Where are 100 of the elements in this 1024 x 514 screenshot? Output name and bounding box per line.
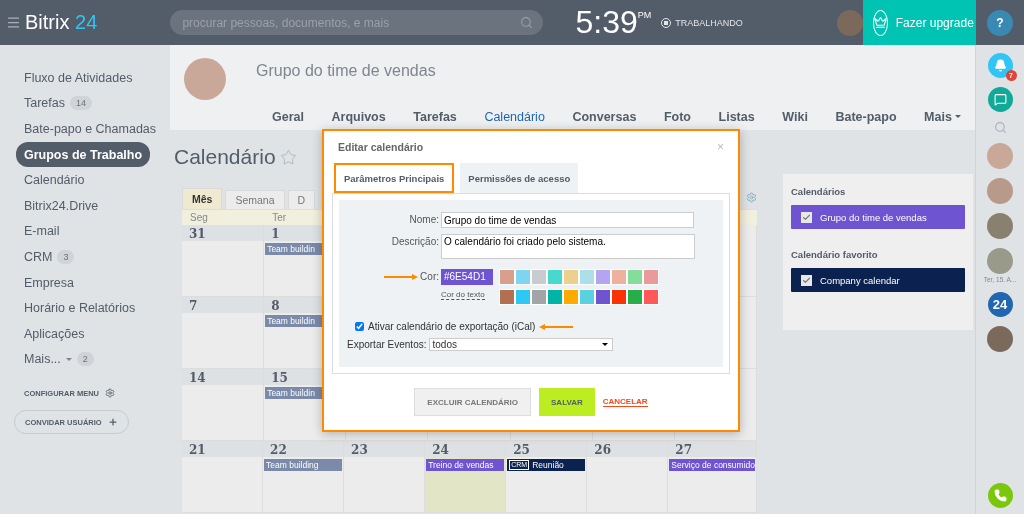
menu-icon[interactable] (6, 15, 21, 30)
user-avatar[interactable] (836, 9, 863, 36)
color-swatch[interactable] (531, 289, 547, 305)
calendar-name: Grupo do time de vendas (820, 211, 927, 223)
sidebar-item[interactable]: Aplicações (16, 320, 93, 347)
star-icon[interactable] (279, 148, 297, 166)
color-swatch[interactable] (579, 289, 595, 305)
sidebar-item[interactable]: Tarefas 14 (16, 90, 100, 117)
color-swatch[interactable] (563, 269, 579, 285)
phone-button[interactable] (987, 483, 1013, 508)
group-avatar[interactable] (987, 143, 1013, 169)
help-button[interactable]: ? (986, 9, 1013, 36)
settings-icon[interactable] (746, 192, 757, 203)
color-value-field[interactable]: #6E54D1 (441, 269, 493, 285)
logo[interactable]: Bitrix 24 (25, 11, 98, 34)
day-number: 22 (263, 441, 344, 457)
group-tab[interactable]: Bate-papo (835, 103, 897, 130)
contact-avatar[interactable] (987, 326, 1013, 352)
sidebar-item[interactable]: Grupos de Trabalho (16, 141, 151, 168)
color-swatch[interactable] (547, 289, 563, 305)
save-button[interactable]: SALVAR (539, 388, 595, 416)
color-swatch[interactable] (595, 269, 611, 285)
export-events-select[interactable]: todos (429, 338, 614, 351)
color-swatch[interactable] (643, 269, 659, 285)
contact-avatar[interactable] (987, 178, 1013, 204)
count-badge: 2 (76, 352, 94, 367)
sidebar-item[interactable]: Empresa (16, 269, 83, 296)
day-number: 23 (344, 441, 425, 457)
bell-icon (993, 59, 1007, 72)
day-number: 21 (182, 441, 263, 457)
color-swatch[interactable] (563, 289, 579, 305)
export-checkbox[interactable] (355, 322, 364, 331)
group-tab[interactable]: Arquivos (331, 103, 386, 130)
calendar-event[interactable]: Team building (264, 459, 343, 471)
day-number: 24 (425, 441, 506, 457)
description-field[interactable]: O calendário foi criado pelo sistema. (441, 234, 695, 259)
checkbox-label: Ativar calendário de exportação (iCal) (368, 321, 536, 332)
work-status[interactable]: TRABALHANDO (661, 17, 743, 28)
color-swatch[interactable] (515, 289, 531, 305)
color-swatch[interactable] (499, 269, 515, 285)
weekday-label: Seg (189, 211, 209, 225)
view-tab[interactable]: Semana (225, 190, 285, 209)
color-swatch[interactable] (595, 289, 611, 305)
color-swatch[interactable] (627, 269, 643, 285)
group-tab[interactable]: Wiki (782, 103, 808, 130)
sidebar-item[interactable]: Fluxo de Atividades (16, 65, 141, 91)
color-swatch[interactable] (515, 269, 531, 285)
color-swatch[interactable] (627, 289, 643, 305)
color-swatch[interactable] (579, 269, 595, 285)
sidebar-item[interactable]: Bate-papo e Chamadas (16, 116, 165, 142)
plus-icon (107, 417, 118, 428)
text-color-link[interactable]: Cor do texto (441, 290, 485, 300)
delete-calendar-button[interactable]: EXCLUIR CALENDÁRIO (414, 388, 532, 416)
section-title: Calendários (791, 186, 847, 197)
clock-meridiem: PM (637, 10, 652, 20)
color-swatch[interactable] (643, 289, 659, 305)
group-tab[interactable]: Tarefas (413, 103, 457, 130)
crown-icon (873, 16, 887, 29)
field-label: Exportar Eventos: (347, 339, 427, 350)
contact-avatar[interactable] (987, 213, 1013, 239)
calendar-item[interactable]: Company calendar (791, 268, 965, 292)
sidebar-item[interactable]: Bitrix24.Drive (16, 192, 107, 219)
cancel-link[interactable]: CANCELAR (602, 397, 648, 407)
color-swatch[interactable] (611, 289, 627, 305)
calendar-item[interactable]: Grupo do time de vendas (791, 205, 965, 229)
checkbox[interactable] (801, 211, 812, 223)
color-swatch[interactable] (531, 269, 547, 285)
calendar-event[interactable]: Treino de vendas (426, 459, 505, 471)
field-label: Cor: (420, 270, 439, 284)
calendar-event[interactable]: Serviço de consumido (669, 459, 755, 471)
group-tab[interactable]: Calendário (484, 103, 545, 130)
contact-avatar[interactable] (987, 248, 1013, 274)
color-swatch[interactable] (547, 269, 563, 285)
dialog-tab[interactable]: Parâmetros Principais (334, 163, 455, 193)
color-swatch[interactable] (611, 269, 627, 285)
group-tab[interactable]: Mais (924, 103, 961, 130)
chat-button[interactable] (987, 87, 1013, 112)
view-tab[interactable]: D (287, 190, 316, 209)
bitrix-logo-button[interactable]: 24 (987, 292, 1013, 317)
search-icon[interactable] (993, 121, 1007, 134)
checkbox[interactable] (801, 274, 812, 286)
phone-icon (993, 489, 1007, 502)
sidebar-item[interactable]: CRM 3 (16, 244, 83, 270)
sidebar-item[interactable]: Calendário (16, 167, 93, 193)
color-swatch[interactable] (499, 289, 515, 305)
name-field[interactable]: Grupo do time de vendas (441, 212, 694, 228)
dialog-tab[interactable]: Permissões de acesso (460, 163, 579, 193)
sidebar-item[interactable]: Mais... 2 (16, 346, 102, 373)
count-badge: 3 (57, 249, 75, 264)
sidebar-item[interactable]: E-mail (16, 218, 68, 245)
section-title: Calendário favorito (791, 249, 879, 260)
dialog-title: Editar calendário (338, 141, 424, 153)
group-tab[interactable]: Geral (272, 103, 304, 130)
sidebar-item[interactable]: Horário e Relatórios (16, 295, 144, 321)
group-tab[interactable]: Conversas (572, 103, 637, 130)
view-tab[interactable]: Mês (182, 188, 223, 209)
gear-icon (105, 388, 115, 399)
group-tab[interactable]: Foto (663, 103, 691, 130)
clock-time: 5:39 (575, 4, 638, 41)
group-tab[interactable]: Listas (718, 103, 755, 130)
